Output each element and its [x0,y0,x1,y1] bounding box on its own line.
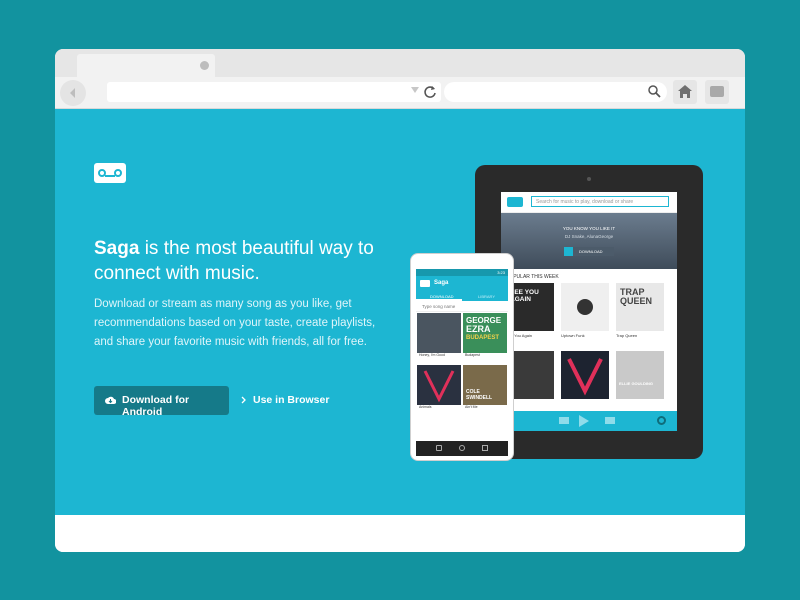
home-button[interactable] [673,80,697,104]
tab-strip [55,49,745,77]
cover-text: COLE SWINDELL [466,389,493,401]
search-bar[interactable] [444,82,667,102]
tab-library[interactable]: LIBRARY [478,294,495,299]
phone-search-input[interactable]: Type song name [416,301,508,312]
cloud-download-icon [105,396,116,404]
dropdown-arrow-icon[interactable] [411,87,419,93]
phone-logo-icon [420,280,430,287]
phone-nav-bar [416,441,508,456]
window-button[interactable] [705,80,729,104]
cover-text: QUEEN [620,296,653,306]
landing-page: Saga is the most beautiful way to connec… [55,109,745,515]
download-android-button[interactable]: Download for Android [94,386,229,418]
phone-mockup: 3:23 Saga DOWNLOAD LIBRARY Type song nam… [410,253,514,461]
browser-window: Saga is the most beautiful way to connec… [55,49,745,552]
tab-close-icon[interactable] [200,61,209,70]
album-caption: Uptown Funk [561,333,585,338]
window-icon [710,86,724,97]
phone-time: 3:23 [497,270,505,275]
play-icon[interactable] [579,415,589,427]
search-icon[interactable] [648,85,661,98]
tablet-logo-icon [507,197,523,207]
home-nav-icon[interactable] [459,445,465,451]
next-icon[interactable] [605,417,615,424]
tablet-hero-title: YOU KNOW YOU LIKE IT [562,226,616,231]
album-cover[interactable]: GEORGE EZRA BUDAPEST [463,313,507,353]
tablet-search-input[interactable]: Search for music to play, download or sh… [531,196,669,207]
tablet-hero-download-label: DOWNLOAD [579,249,603,254]
play-icon [564,247,573,256]
album-caption: Honey, I'm Good [417,353,461,363]
phone-status-bar: 3:23 [416,269,508,276]
album-cover[interactable]: COLE SWINDELL [463,365,507,405]
album-cover[interactable] [417,313,461,353]
headline: Saga is the most beautiful way to connec… [94,236,394,286]
tablet-screen: Search for music to play, download or sh… [501,192,677,431]
recents-nav-icon[interactable] [482,445,488,451]
album-caption: Budapest [463,353,507,363]
phone-tabs: DOWNLOAD LIBRARY [416,291,508,301]
tablet-header: Search for music to play, download or sh… [501,192,677,213]
headline-brand: Saga [94,238,140,259]
tablet-hero-download-button[interactable]: DOWNLOAD [564,247,614,256]
album-caption: Animals [417,405,461,415]
cover-text: BUDAPEST [466,335,500,341]
description: Download or stream as many song as you l… [94,298,376,348]
tablet-player-bar [501,411,677,431]
browser-toolbar [55,77,745,109]
home-icon [678,85,692,98]
url-bar[interactable] [107,82,441,102]
back-nav-icon[interactable] [436,445,442,451]
tablet-hero-artist: DJ Snake, AlunaGeorge [564,234,614,239]
saga-logo-icon [94,163,126,183]
browser-tab[interactable] [77,54,215,77]
back-arrow-icon [70,88,75,98]
album-caption: Ain't Me [463,405,507,415]
album-cover[interactable] [417,365,461,405]
reload-icon[interactable] [423,85,437,99]
cover-text: ELLIE GOULDING [619,381,653,386]
cover-text: SEE YOU AGAIN [510,289,539,303]
phone-app-name: Saga [434,280,449,286]
use-in-browser-button[interactable]: Use in Browser [239,386,349,415]
album-cover[interactable]: ELLIE GOULDING [616,351,664,399]
album-cover[interactable]: TRAP QUEEN [616,283,664,331]
chevron-right-icon [241,396,246,404]
use-in-browser-label: Use in Browser [253,394,330,406]
album-cover[interactable] [561,351,609,399]
back-button[interactable] [60,80,86,106]
previous-icon[interactable] [559,417,569,424]
repeat-icon[interactable] [657,416,666,425]
album-cover[interactable] [561,283,609,331]
album-caption: Trap Queen [616,333,638,338]
tablet-camera [587,177,591,181]
page-footer [55,515,745,552]
phone-screen: 3:23 Saga DOWNLOAD LIBRARY Type song nam… [416,269,508,440]
download-android-label: Download for Android [122,394,190,418]
tablet-hero: YOU KNOW YOU LIKE IT DJ Snake, AlunaGeor… [501,213,677,269]
cover-text: EZRA [466,324,491,334]
phone-app-bar: Saga [416,276,508,291]
